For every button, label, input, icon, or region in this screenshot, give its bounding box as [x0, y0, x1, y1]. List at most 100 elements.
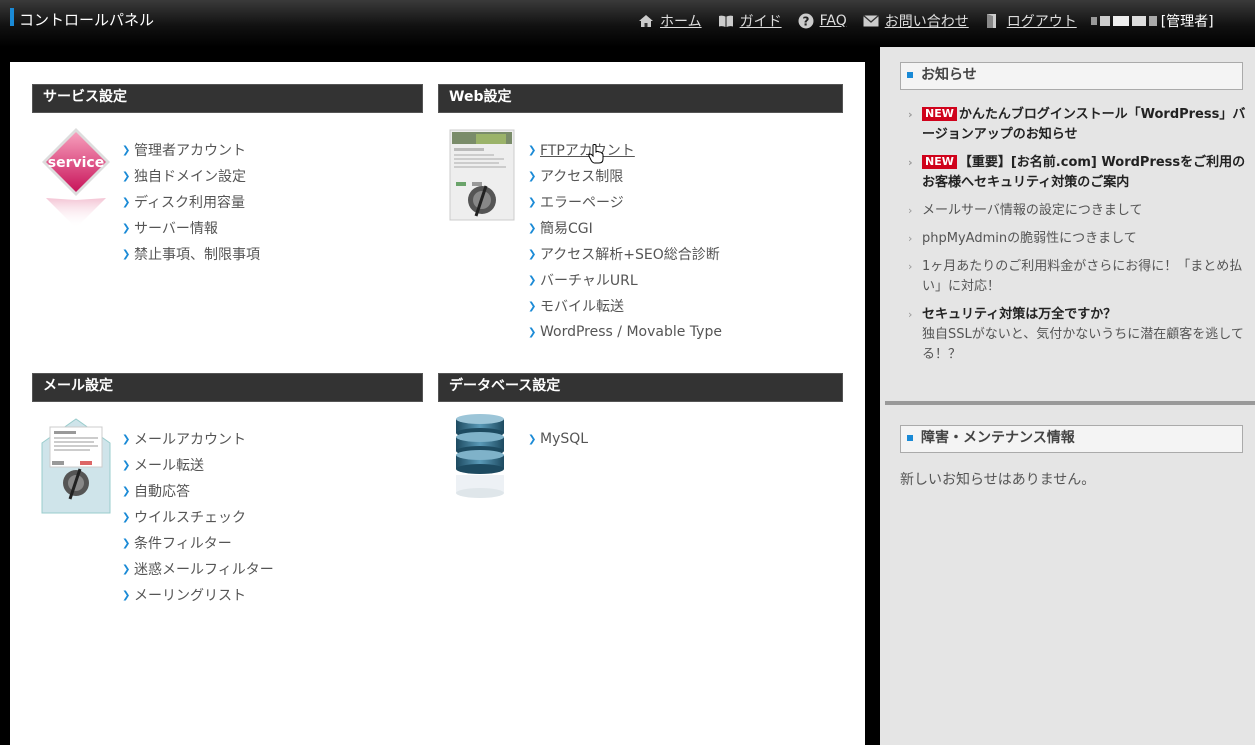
chevron-right-icon: ›: [908, 204, 913, 217]
link-label: メールアカウント: [134, 432, 246, 448]
chevron-right-icon: ❯: [122, 485, 131, 497]
top-bar: コントロールパネル ホーム ガイド ? FAQ お問い合わせ ログアウト [管理…: [0, 0, 1255, 47]
redacted-username-part: [1131, 16, 1146, 26]
section-title: メール設定: [32, 373, 423, 402]
link-mailing-list[interactable]: ❯ メーリングリスト: [122, 582, 274, 608]
link-mail-forward[interactable]: ❯ メール転送: [122, 452, 274, 478]
news-item-security[interactable]: › セキュリティ対策は万全ですか？ 独自SSLがないと、気付かないうちに潜在顧客…: [906, 305, 1246, 365]
top-nav: ホーム ガイド ? FAQ お問い合わせ ログアウト [管理者]: [638, 11, 1214, 31]
link-access-analysis[interactable]: ❯ アクセス解析+SEO総合診断: [528, 241, 722, 267]
news-item-text: メールサーバ情報の設定につきまして: [922, 203, 1143, 218]
link-mobile-forward[interactable]: ❯ モバイル転送: [528, 293, 722, 319]
new-badge: NEW: [922, 155, 957, 169]
link-ftp-account[interactable]: ❯ FTPアカウント: [528, 137, 722, 163]
link-simple-cgi[interactable]: ❯ 簡易CGI: [528, 215, 722, 241]
hand-cursor-icon: [588, 144, 604, 168]
nav-faq-label: FAQ: [819, 13, 847, 29]
link-label: アクセス解析+SEO総合診断: [540, 247, 720, 263]
news-item[interactable]: › 1ヶ月あたりのご利用料金がさらにお得に！「まとめ払い」に対応！: [906, 257, 1246, 297]
redacted-username-part: [1148, 16, 1157, 26]
redacted-username-part: [1099, 16, 1110, 26]
chevron-right-icon: ❯: [122, 144, 131, 156]
link-wordpress-movabletype[interactable]: ❯ WordPress / Movable Type: [528, 319, 722, 345]
mail-settings-section: メール設定 ❯ メールアカウント ❯ メール転送 ❯ 自動応答 ❯ ウイルスチェ…: [32, 373, 423, 642]
link-server-info[interactable]: ❯ サーバー情報: [122, 215, 260, 241]
mail-links: ❯ メールアカウント ❯ メール転送 ❯ 自動応答 ❯ ウイルスチェック ❯ 条件フィルタ…: [122, 426, 274, 608]
chevron-right-icon: ›: [908, 260, 913, 273]
link-label: ディスク利用容量: [134, 195, 246, 211]
link-label: メーリングリスト: [134, 588, 246, 604]
link-error-page[interactable]: ❯ エラーページ: [528, 189, 722, 215]
main-panel: サービス設定 service ❯ 管理者アカウント ❯ 独自ドメイン設定 ❯ デ…: [10, 62, 865, 745]
chevron-right-icon: ❯: [122, 170, 131, 182]
nav-faq-link[interactable]: ? FAQ: [798, 13, 847, 29]
link-admin-account[interactable]: ❯ 管理者アカウント: [122, 137, 260, 163]
chevron-right-icon: ›: [908, 232, 913, 245]
maintenance-message: 新しいお知らせはありません。: [900, 472, 1096, 488]
nav-home-link[interactable]: ホーム: [638, 11, 702, 31]
news-item[interactable]: › NEW 【重要】[お名前.com] WordPressをご利用のお客様へセキュ…: [906, 153, 1246, 193]
nav-home-label: ホーム: [660, 14, 702, 30]
user-role: [管理者]: [1160, 14, 1214, 30]
link-mail-account[interactable]: ❯ メールアカウント: [122, 426, 274, 452]
new-badge: NEW: [922, 107, 957, 121]
link-condition-filter[interactable]: ❯ 条件フィルター: [122, 530, 274, 556]
link-label: MySQL: [540, 431, 589, 447]
news-item[interactable]: › メールサーバ情報の設定につきまして: [906, 201, 1246, 221]
link-domain-settings[interactable]: ❯ 独自ドメイン設定: [122, 163, 260, 189]
nav-guide-label: ガイド: [739, 14, 782, 30]
link-label: サーバー情報: [134, 221, 218, 237]
link-label: モバイル転送: [540, 299, 624, 315]
chevron-right-icon: ❯: [528, 196, 537, 208]
chevron-right-icon: ❯: [122, 433, 131, 445]
link-label: アクセス制限: [540, 169, 624, 185]
svg-text:?: ?: [802, 15, 809, 29]
link-spam-filter[interactable]: ❯ 迷惑メールフィルター: [122, 556, 274, 582]
web-settings-section: Web設定 ❯ FTPアカウント ❯ アクセス制限 ❯ エラーページ ❯ 簡易C…: [438, 84, 843, 363]
nav-contact-label: お問い合わせ: [884, 14, 969, 30]
link-label: メール転送: [134, 458, 204, 474]
link-restrictions[interactable]: ❯ 禁止事項、制限事項: [122, 241, 260, 267]
maintenance-header: 障害・メンテナンス情報: [900, 425, 1243, 453]
link-label: 自動応答: [134, 484, 190, 500]
link-label: 管理者アカウント: [134, 143, 246, 159]
user-info: [管理者]: [1090, 11, 1214, 31]
chevron-right-icon: ❯: [528, 248, 537, 260]
news-item-text: phpMyAdminの脆弱性につきまして: [922, 231, 1137, 246]
service-badge-text: service: [48, 155, 104, 171]
link-label: バーチャルURL: [540, 273, 638, 289]
link-access-restriction[interactable]: ❯ アクセス制限: [528, 163, 722, 189]
section-title: データベース設定: [438, 373, 843, 402]
database-links: ❯ MySQL: [528, 426, 588, 452]
web-links: ❯ FTPアカウント ❯ アクセス制限 ❯ エラーページ ❯ 簡易CGI ❯ アクセス解析…: [528, 137, 722, 345]
news-item-text: 【重要】[お名前.com] WordPressをご利用のお客様へセキュリティ対策…: [922, 155, 1246, 190]
database-settings-section: データベース設定 ❯ MySQL: [438, 373, 843, 542]
database-icon: [450, 413, 522, 523]
chevron-right-icon: ❯: [528, 300, 537, 312]
chevron-right-icon: ❯: [528, 170, 537, 182]
link-mysql[interactable]: ❯ MySQL: [528, 426, 588, 452]
mail-icon: [862, 13, 879, 29]
chevron-right-icon: ›: [908, 108, 913, 121]
news-item[interactable]: › phpMyAdminの脆弱性につきまして: [906, 229, 1246, 249]
nav-logout-link[interactable]: ログアウト: [985, 11, 1077, 31]
nav-contact-link[interactable]: お問い合わせ: [862, 11, 969, 31]
chevron-right-icon: ›: [908, 308, 913, 321]
section-title: サービス設定: [32, 84, 423, 113]
link-label: エラーページ: [540, 195, 624, 211]
nav-guide-link[interactable]: ガイド: [718, 11, 782, 31]
link-auto-reply[interactable]: ❯ 自動応答: [122, 478, 274, 504]
link-disk-usage[interactable]: ❯ ディスク利用容量: [122, 189, 260, 215]
news-list: › NEW かんたんブログインストール「WordPress」バージョンアップのお知…: [906, 105, 1246, 373]
news-item[interactable]: › NEW かんたんブログインストール「WordPress」バージョンアップのお知…: [906, 105, 1246, 145]
link-virtual-url[interactable]: ❯ バーチャルURL: [528, 267, 722, 293]
link-virus-check[interactable]: ❯ ウイルスチェック: [122, 504, 274, 530]
chevron-right-icon: ❯: [528, 144, 537, 156]
square-bullet-icon: [907, 72, 913, 78]
maintenance-title: 障害・メンテナンス情報: [921, 430, 1075, 446]
service-badge-icon: service: [40, 126, 112, 236]
mail-envelope-icon: [40, 415, 112, 525]
link-label: 迷惑メールフィルター: [134, 562, 274, 578]
title-accent-bar: [10, 8, 14, 26]
chevron-right-icon: ❯: [528, 326, 537, 338]
